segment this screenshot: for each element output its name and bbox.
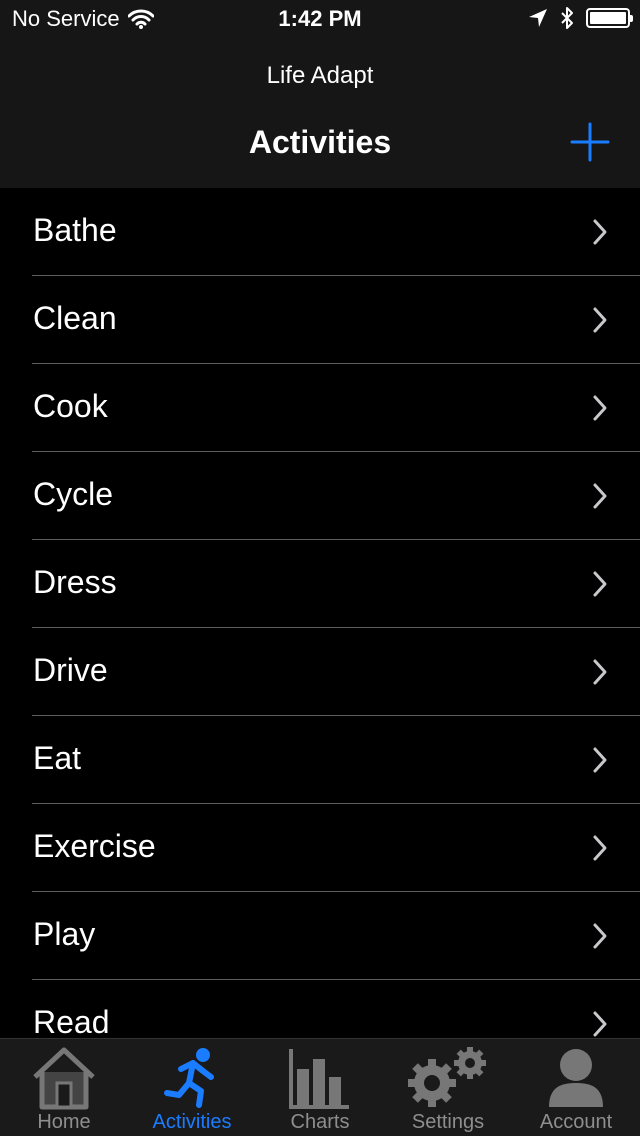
- list-item-label: Dress: [33, 564, 117, 600]
- bar-chart-icon: [289, 1049, 349, 1109]
- chevron-right-icon: [593, 219, 607, 245]
- page-title: Activities: [248, 124, 392, 160]
- list-item-label: Clean: [33, 300, 117, 336]
- gears-icon: [408, 1047, 486, 1107]
- navigation-bar: Life Adapt Activities: [0, 40, 640, 188]
- tab-label: Settings: [411, 1111, 485, 1133]
- list-item-label: Exercise: [33, 828, 156, 864]
- list-item[interactable]: Clean: [0, 276, 640, 364]
- app-name: Life Adapt: [266, 62, 374, 89]
- tab-label: Account: [539, 1111, 613, 1133]
- list-item-label: Cycle: [33, 476, 114, 512]
- tab-label: Activities: [152, 1111, 232, 1133]
- tab-activities[interactable]: Activities: [128, 1039, 256, 1136]
- chevron-right-icon: [593, 1011, 607, 1037]
- list-item-label: Bathe: [33, 212, 117, 248]
- list-item[interactable]: Drive: [0, 628, 640, 716]
- chevron-right-icon: [593, 307, 607, 333]
- tab-label: Charts: [290, 1111, 350, 1133]
- list-item-label: Drive: [33, 652, 108, 688]
- list-item[interactable]: Exercise: [0, 804, 640, 892]
- runner-icon: [164, 1048, 214, 1108]
- list-item[interactable]: Play: [0, 892, 640, 980]
- battery-icon: [586, 8, 633, 28]
- list-item[interactable]: Bathe: [0, 188, 640, 276]
- chevron-right-icon: [593, 483, 607, 509]
- list-item-label: Eat: [33, 740, 82, 776]
- activity-list[interactable]: Bathe Clean Cook Cycle Dress Drive Eat E…: [0, 188, 640, 1038]
- list-item[interactable]: Read: [0, 980, 640, 1038]
- add-activity-button[interactable]: [568, 120, 612, 164]
- bluetooth-icon: [561, 7, 573, 29]
- home-icon: [33, 1047, 95, 1110]
- list-item-label: Cook: [33, 388, 108, 424]
- plus-icon: [570, 122, 610, 162]
- chevron-right-icon: [593, 923, 607, 949]
- tab-bar: Home Activities Charts Settings Account: [0, 1038, 640, 1136]
- list-item[interactable]: Eat: [0, 716, 640, 804]
- status-bar: No Service 1:42 PM: [0, 0, 640, 40]
- list-item[interactable]: Cycle: [0, 452, 640, 540]
- tab-label: Home: [37, 1111, 91, 1133]
- person-icon: [549, 1049, 603, 1107]
- tab-charts[interactable]: Charts: [256, 1039, 384, 1136]
- tab-settings[interactable]: Settings: [384, 1039, 512, 1136]
- chevron-right-icon: [593, 395, 607, 421]
- location-arrow-icon: [529, 9, 547, 27]
- list-item-label: Play: [33, 916, 96, 952]
- tab-home[interactable]: Home: [0, 1039, 128, 1136]
- status-right: [528, 6, 633, 30]
- chevron-right-icon: [593, 659, 607, 685]
- tab-account[interactable]: Account: [512, 1039, 640, 1136]
- list-item[interactable]: Cook: [0, 364, 640, 452]
- chevron-right-icon: [593, 747, 607, 773]
- chevron-right-icon: [593, 571, 607, 597]
- chevron-right-icon: [593, 835, 607, 861]
- list-item-label: Read: [33, 1004, 110, 1038]
- list-item[interactable]: Dress: [0, 540, 640, 628]
